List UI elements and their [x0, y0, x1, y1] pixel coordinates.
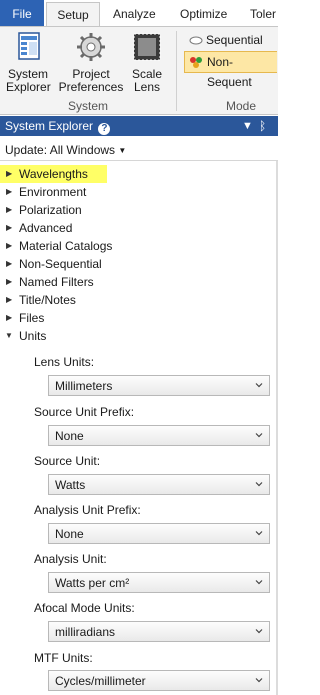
- pin-icon[interactable]: ᛒ: [259, 116, 266, 136]
- tab-optimize[interactable]: Optimize: [180, 4, 227, 25]
- lens-units-value: Millimeters: [55, 379, 113, 393]
- expand-arrow-icon[interactable]: ▶: [6, 165, 12, 183]
- panel-right-border: [276, 161, 278, 695]
- mode-group-label: Mode: [226, 99, 257, 113]
- panel-header: System Explorer ? ▼ ᛒ: [0, 116, 278, 136]
- lens-units-select[interactable]: Millimeters: [48, 375, 270, 396]
- system-group-label: System: [68, 99, 109, 113]
- sequential-label: Sequential: [206, 33, 263, 47]
- afocal-mode-units-value: milliradians: [55, 625, 116, 639]
- tree-item-label: Units: [19, 329, 47, 343]
- lens-units-label: Lens Units:: [34, 355, 95, 369]
- tree-item-label: Named Filters: [19, 275, 94, 289]
- source-unit-prefix-select[interactable]: None: [48, 425, 270, 446]
- tree-item-non-sequential[interactable]: ▶ Non-Sequential: [0, 255, 200, 273]
- expand-arrow-icon[interactable]: ▶: [6, 255, 12, 273]
- analysis-unit-select[interactable]: Watts per cm²: [48, 572, 270, 593]
- tab-setup[interactable]: Setup: [46, 2, 100, 26]
- tree-item-named-filters[interactable]: ▶ Named Filters: [0, 273, 200, 291]
- chevron-down-icon: [255, 482, 263, 487]
- tree-item-label: Environment: [19, 185, 87, 199]
- tree-item-units[interactable]: ▼ Units: [0, 327, 200, 345]
- source-unit-prefix-label: Source Unit Prefix:: [34, 405, 135, 419]
- afocal-mode-units-label: Afocal Mode Units:: [34, 601, 135, 615]
- panel-title: System Explorer: [5, 119, 94, 133]
- non-sequential-icon: [190, 57, 202, 68]
- panel-title-wrap: System Explorer ?: [5, 116, 111, 136]
- scale-lens-label-2: Lens: [133, 80, 161, 94]
- tab-analyze[interactable]: Analyze: [113, 4, 156, 25]
- chevron-down-icon: [255, 678, 263, 683]
- update-chevron-icon: ▼: [118, 146, 127, 155]
- source-unit-value: Watts: [55, 478, 86, 492]
- tree-item-wavelengths[interactable]: ▶ Wavelengths: [0, 165, 107, 183]
- tree-item-label: Wavelengths: [19, 167, 88, 181]
- source-unit-label: Source Unit:: [34, 454, 101, 468]
- scale-lens-icon: [133, 33, 161, 61]
- chevron-down-icon: [255, 629, 263, 634]
- help-icon[interactable]: ?: [98, 123, 111, 135]
- chevron-down-icon: [255, 433, 263, 438]
- collapse-arrow-icon[interactable]: ▼: [5, 327, 13, 345]
- ribbon-separator: [176, 31, 177, 111]
- tree-item-label: Polarization: [19, 203, 82, 217]
- afocal-mode-units-select[interactable]: milliradians: [48, 621, 270, 642]
- expand-arrow-icon[interactable]: ▶: [6, 291, 12, 309]
- chevron-down-icon: [255, 531, 263, 536]
- analysis-unit-prefix-value: None: [55, 527, 84, 541]
- tree-item-files[interactable]: ▶ Files: [0, 309, 200, 327]
- scale-lens-button[interactable]: Scale Lens: [129, 31, 165, 94]
- mtf-units-label: MTF Units:: [34, 651, 93, 665]
- system-explorer-icon: [18, 32, 40, 60]
- sequential-mode-button[interactable]: Sequential: [184, 30, 298, 50]
- sequential-icon: [189, 36, 203, 45]
- system-explorer-button[interactable]: System Explorer: [6, 31, 51, 94]
- tree-item-advanced[interactable]: ▶ Advanced: [0, 219, 200, 237]
- project-preferences-button[interactable]: Project Preferences: [58, 31, 124, 94]
- analysis-unit-prefix-select[interactable]: None: [48, 523, 270, 544]
- gear-icon: [77, 33, 105, 61]
- tab-file[interactable]: File: [0, 0, 44, 27]
- source-unit-select[interactable]: Watts: [48, 474, 270, 495]
- panel-dropdown-icon[interactable]: ▼: [242, 116, 253, 136]
- ribbon: System Explorer Project Preferences Scal…: [0, 26, 278, 115]
- tree-item-label: Title/Notes: [19, 293, 76, 307]
- update-dropdown[interactable]: Update: All Windows ▼: [5, 143, 126, 157]
- update-label: Update: All Windows: [5, 143, 116, 157]
- system-explorer-label-2: Explorer: [6, 80, 51, 94]
- tree-item-label: Advanced: [19, 221, 73, 235]
- non-sequential-label: Non-Sequent: [207, 55, 252, 89]
- expand-arrow-icon[interactable]: ▶: [6, 309, 12, 327]
- analysis-unit-label: Analysis Unit:: [34, 552, 107, 566]
- project-preferences-label-2: Preferences: [58, 80, 124, 94]
- tree-item-polarization[interactable]: ▶ Polarization: [0, 201, 200, 219]
- source-unit-prefix-value: None: [55, 429, 84, 443]
- tree-item-material-catalogs[interactable]: ▶ Material Catalogs: [0, 237, 200, 255]
- non-sequential-mode-button[interactable]: Non-Sequent: [184, 51, 277, 89]
- analysis-unit-prefix-label: Analysis Unit Prefix:: [34, 503, 141, 517]
- tree-item-title-notes[interactable]: ▶ Title/Notes: [0, 291, 200, 309]
- expand-arrow-icon[interactable]: ▶: [6, 273, 12, 291]
- expand-arrow-icon[interactable]: ▶: [6, 201, 12, 219]
- chevron-down-icon: [255, 383, 263, 388]
- tree-item-label: Material Catalogs: [19, 239, 113, 253]
- mtf-units-value: Cycles/millimeter: [55, 674, 146, 688]
- expand-arrow-icon[interactable]: ▶: [6, 183, 12, 201]
- tree-item-label: Non-Sequential: [19, 257, 102, 271]
- expand-arrow-icon[interactable]: ▶: [6, 219, 12, 237]
- expand-arrow-icon[interactable]: ▶: [6, 237, 12, 255]
- analysis-unit-value: Watts per cm²: [55, 576, 130, 590]
- ribbon-tab-bar: File Setup Analyze Optimize Toler: [0, 0, 278, 27]
- tree-item-environment[interactable]: ▶ Environment: [0, 183, 200, 201]
- chevron-down-icon: [255, 580, 263, 585]
- divider: [0, 160, 278, 161]
- tab-tolerance[interactable]: Toler: [250, 4, 276, 25]
- tree-item-label: Files: [19, 311, 45, 325]
- mtf-units-select[interactable]: Cycles/millimeter: [48, 670, 270, 691]
